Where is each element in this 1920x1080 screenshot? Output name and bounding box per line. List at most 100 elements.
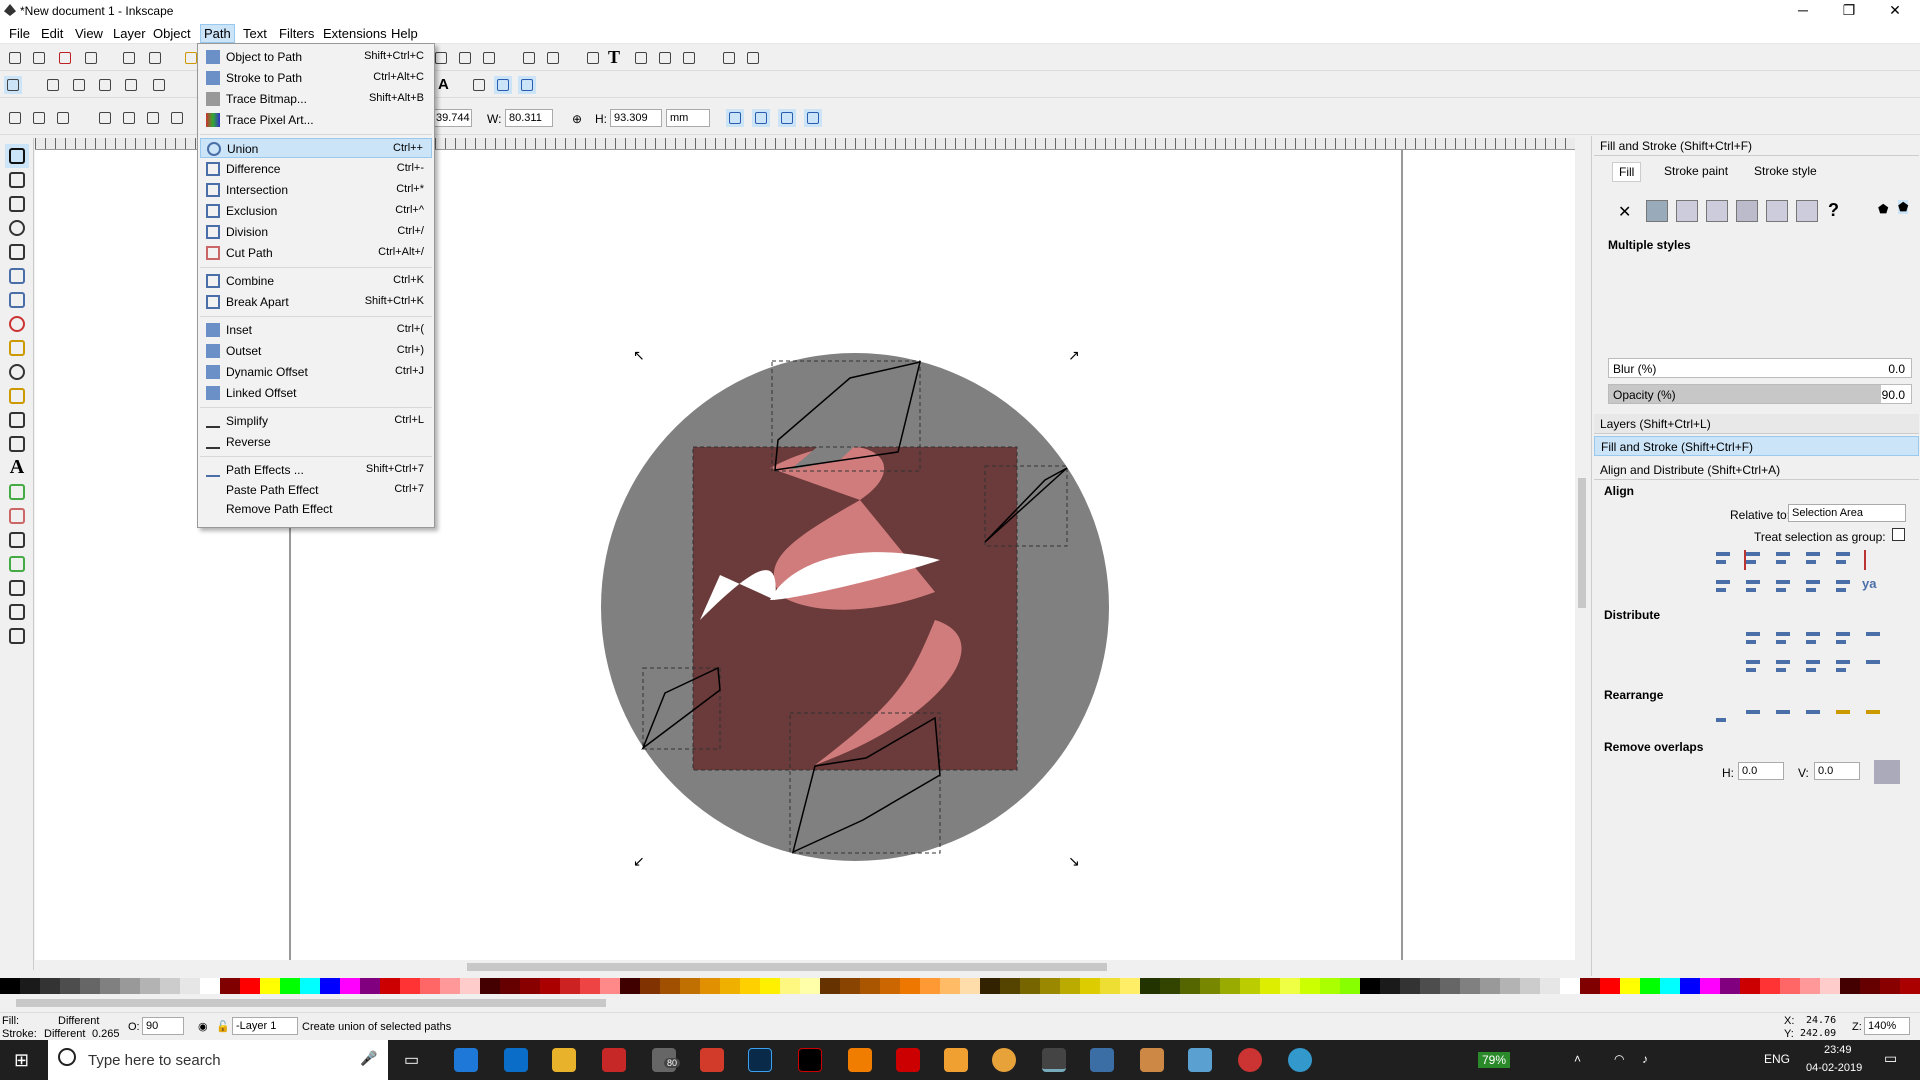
palette-swatch[interactable]	[180, 978, 200, 994]
linear-gradient-icon[interactable]	[1676, 200, 1698, 222]
menu-item-trace-bitmap[interactable]: Trace Bitmap... Shift+Alt+B	[200, 89, 432, 109]
palette-swatch[interactable]	[60, 978, 80, 994]
vertical-scrollbar[interactable]	[1575, 138, 1589, 958]
menu-item-simplify[interactable]: Simplify Ctrl+L	[200, 411, 432, 431]
exchange-clockwise-icon[interactable]	[1802, 706, 1828, 730]
clone-icon[interactable]	[456, 49, 474, 67]
menu-extensions[interactable]: Extensions	[320, 25, 390, 42]
palette-swatch[interactable]	[1060, 978, 1080, 994]
distribute-right-icon[interactable]	[1802, 628, 1828, 652]
zoom-field[interactable]: 140%	[1864, 1017, 1910, 1035]
app-blue-icon[interactable]	[1288, 1048, 1312, 1072]
flat-color-icon[interactable]	[1646, 200, 1668, 222]
calligraphy-tool-icon[interactable]	[5, 432, 29, 456]
unclump-icon[interactable]	[1862, 706, 1888, 730]
unlink-clone-icon[interactable]	[480, 49, 498, 67]
menu-filters[interactable]: Filters	[276, 25, 317, 42]
paint-bucket-tool-icon[interactable]	[5, 528, 29, 552]
palette-swatch[interactable]	[360, 978, 380, 994]
palette-swatch[interactable]	[1620, 978, 1640, 994]
radial-gradient-icon[interactable]	[1706, 200, 1728, 222]
f-app-icon[interactable]	[944, 1048, 968, 1072]
palette-swatch[interactable]	[1040, 978, 1060, 994]
node-tool-icon[interactable]	[5, 168, 29, 192]
volume-icon[interactable]: ♪	[1642, 1052, 1648, 1066]
restore-button[interactable]: ❐	[1826, 0, 1872, 22]
clock-time[interactable]: 23:49	[1824, 1044, 1852, 1056]
menu-edit[interactable]: Edit	[38, 25, 66, 42]
palette-swatch[interactable]	[1880, 978, 1900, 994]
palette-swatch[interactable]	[840, 978, 860, 994]
align-top-to-bottom-icon[interactable]	[1832, 576, 1858, 600]
gradient-tool-icon[interactable]	[5, 552, 29, 576]
rectangle-tool-icon[interactable]	[5, 264, 29, 288]
palette-swatch[interactable]	[1320, 978, 1340, 994]
palette-swatch[interactable]	[300, 978, 320, 994]
palette-swatch[interactable]	[200, 978, 220, 994]
overlap-h-field[interactable]: 0.0	[1738, 762, 1784, 780]
palette-swatch[interactable]	[1540, 978, 1560, 994]
notes-icon[interactable]	[1188, 1048, 1212, 1072]
unit-select[interactable]: mm	[666, 109, 710, 127]
mcafee-icon[interactable]	[602, 1048, 626, 1072]
virtualbox-icon[interactable]	[1090, 1048, 1114, 1072]
align-bottom-to-top-icon[interactable]	[1712, 576, 1738, 600]
blur-slider[interactable]: Blur (%) 0.0	[1608, 358, 1912, 378]
opacity-field[interactable]: 90	[142, 1017, 184, 1035]
xml-editor-icon[interactable]	[656, 49, 674, 67]
align-bottom-edges-icon[interactable]	[1802, 576, 1828, 600]
select-all-icon[interactable]	[6, 109, 24, 127]
distribute-baselines-v-icon[interactable]	[1862, 656, 1888, 680]
palette-swatch[interactable]	[1760, 978, 1780, 994]
palette-swatch[interactable]	[700, 978, 720, 994]
text-tool-icon[interactable]: A	[5, 456, 29, 480]
palette-swatch[interactable]	[680, 978, 700, 994]
treat-as-group-checkbox[interactable]	[1892, 528, 1905, 541]
palette-swatch[interactable]	[860, 978, 880, 994]
palette-swatch[interactable]	[340, 978, 360, 994]
palette-swatch[interactable]	[280, 978, 300, 994]
snap-corner-icon[interactable]	[96, 76, 114, 94]
acrobat-icon[interactable]	[896, 1048, 920, 1072]
palette-swatch[interactable]	[1660, 978, 1680, 994]
fill-stroke-header[interactable]: Fill and Stroke (Shift+Ctrl+F)	[1594, 136, 1919, 156]
palette-swatch[interactable]	[480, 978, 500, 994]
palette-swatch[interactable]	[1260, 978, 1280, 994]
palette-swatch[interactable]	[140, 978, 160, 994]
palette-swatch[interactable]	[1900, 978, 1920, 994]
exchange-z-order-icon[interactable]	[1772, 706, 1798, 730]
palette-swatch[interactable]	[1180, 978, 1200, 994]
palette-swatch[interactable]	[560, 978, 580, 994]
align-right-to-left-icon[interactable]	[1712, 548, 1738, 572]
fill-indicator[interactable]: Different	[58, 1015, 99, 1027]
palette-swatch[interactable]	[1100, 978, 1120, 994]
palette-swatch[interactable]	[1140, 978, 1160, 994]
ellipse-tool-icon[interactable]	[5, 312, 29, 336]
palette-swatch[interactable]	[1400, 978, 1420, 994]
layer-select[interactable]: -Layer 1	[232, 1017, 298, 1035]
palette-swatch[interactable]	[540, 978, 560, 994]
palette-swatch[interactable]	[1800, 978, 1820, 994]
spiral-tool-icon[interactable]	[5, 360, 29, 384]
palette-swatch[interactable]	[1520, 978, 1540, 994]
snap-midpoint-icon[interactable]	[122, 76, 140, 94]
palette-swatch[interactable]	[1420, 978, 1440, 994]
rotate-ccw-icon[interactable]	[96, 109, 114, 127]
tab-stroke-paint[interactable]: Stroke paint	[1664, 164, 1728, 178]
palette-swatch[interactable]	[1380, 978, 1400, 994]
align-distribute-header[interactable]: Align and Distribute (Shift+Ctrl+A)	[1594, 460, 1919, 480]
palette-swatch[interactable]	[600, 978, 620, 994]
h-field[interactable]: 93.309	[610, 109, 662, 127]
store-icon[interactable]	[504, 1048, 528, 1072]
palette-swatch[interactable]	[1680, 978, 1700, 994]
menu-item-cut-path[interactable]: Cut Path Ctrl+Alt+/	[200, 243, 432, 263]
palette-swatch[interactable]	[240, 978, 260, 994]
menu-item-exclusion[interactable]: Exclusion Ctrl+^	[200, 201, 432, 221]
snap-enable-icon[interactable]	[4, 76, 22, 94]
palette-swatch[interactable]	[1820, 978, 1840, 994]
language-indicator[interactable]: ENG	[1764, 1052, 1790, 1066]
inkscape-taskbar-icon[interactable]	[1042, 1048, 1066, 1072]
palette-swatch[interactable]	[1560, 978, 1580, 994]
menu-file[interactable]: File	[6, 25, 33, 42]
center-horizontal-axis-icon[interactable]	[1772, 576, 1798, 600]
